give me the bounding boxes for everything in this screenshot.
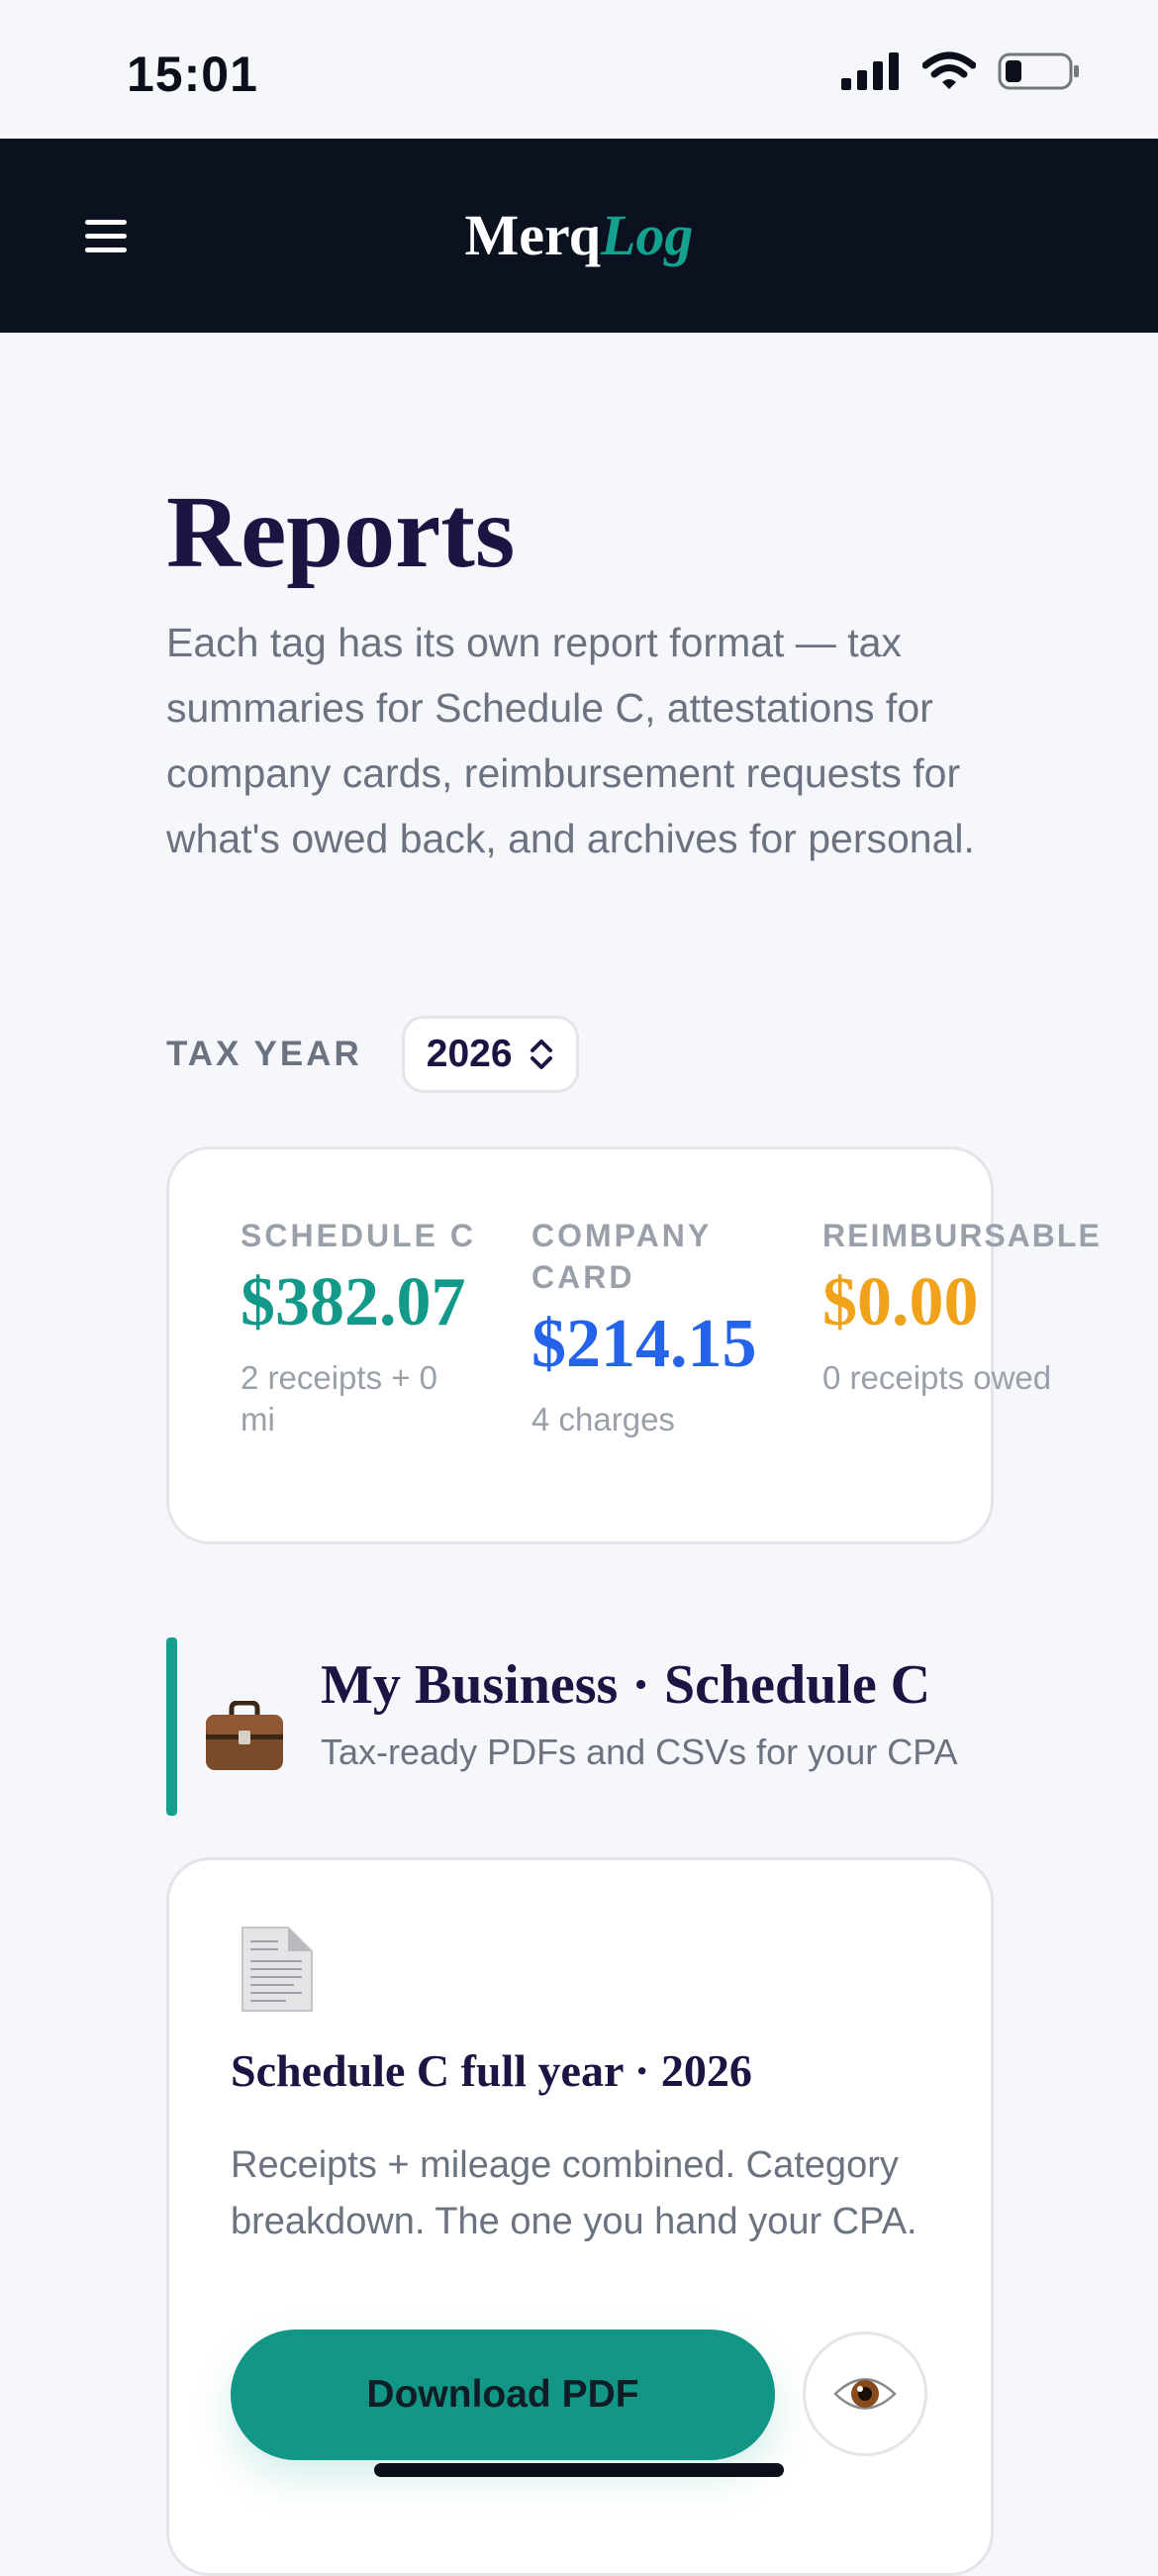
stat-value: $382.07	[241, 1264, 466, 1340]
app-header: MerqLog	[0, 139, 1158, 333]
stat-schedule-c: SCHEDULE C $382.07 2 receipts + 0 mi	[241, 1215, 478, 1440]
section-title: My Business · Schedule C	[321, 1654, 931, 1716]
tax-year-value: 2026	[426, 1033, 513, 1075]
stat-value: $0.00	[822, 1264, 979, 1340]
section-header-schedule-c: My Business · Schedule C Tax-ready PDFs …	[166, 1637, 988, 1818]
stat-sub: 0 receipts owed	[822, 1359, 1052, 1396]
section-subtitle: Tax-ready PDFs and CSVs for your CPA	[321, 1732, 958, 1772]
brand-logo: MerqLog	[0, 202, 1158, 268]
tax-year-select[interactable]: 2026	[401, 1016, 579, 1093]
status-bar: 15:01	[0, 0, 1158, 139]
status-icons	[841, 51, 1081, 91]
stat-value: $214.15	[531, 1306, 757, 1382]
briefcase-icon	[206, 1701, 283, 1770]
battery-icon	[998, 52, 1079, 90]
tax-year-row: TAX YEAR 2026	[166, 1016, 579, 1093]
stat-label: REIMBURSABLE	[822, 1218, 1102, 1253]
stat-company-card: COMPANY CARD $214.15 4 charges	[531, 1215, 769, 1440]
stat-sub: 4 charges	[531, 1401, 675, 1437]
main-content: Reports Each tag has its own report form…	[166, 333, 1100, 2576]
chevron-up-down-icon	[530, 1040, 552, 1069]
page-intro: Each tag has its own report format — tax…	[166, 620, 975, 861]
home-indicator[interactable]	[374, 2463, 784, 2477]
tax-year-label: TAX YEAR	[166, 1035, 362, 1073]
download-pdf-button[interactable]: Download PDF	[231, 2329, 775, 2460]
eye-icon	[833, 2378, 897, 2410]
preview-button[interactable]	[803, 2331, 927, 2456]
brand-main: Merq	[464, 203, 601, 267]
summary-card: SCHEDULE C $382.07 2 receipts + 0 mi COM…	[166, 1146, 1100, 1544]
cellular-signal-icon	[841, 52, 899, 90]
page-title: Reports	[166, 475, 516, 589]
document-icon	[241, 1927, 313, 2012]
report-title: Schedule C full year · 2026	[231, 2045, 752, 2096]
stat-sub: 2 receipts + 0 mi	[241, 1359, 438, 1437]
stat-label: COMPANY CARD	[531, 1218, 712, 1295]
status-time: 15:01	[127, 47, 258, 102]
stat-reimbursable: REIMBURSABLE $0.00 0 receipts owed	[822, 1215, 1102, 1399]
wifi-icon	[922, 51, 976, 89]
section-accent-bar	[166, 1637, 177, 1816]
stat-label: SCHEDULE C	[241, 1218, 477, 1253]
brand-accent: Log	[601, 203, 694, 267]
report-description: Receipts + mileage combined. Category br…	[231, 2144, 917, 2242]
